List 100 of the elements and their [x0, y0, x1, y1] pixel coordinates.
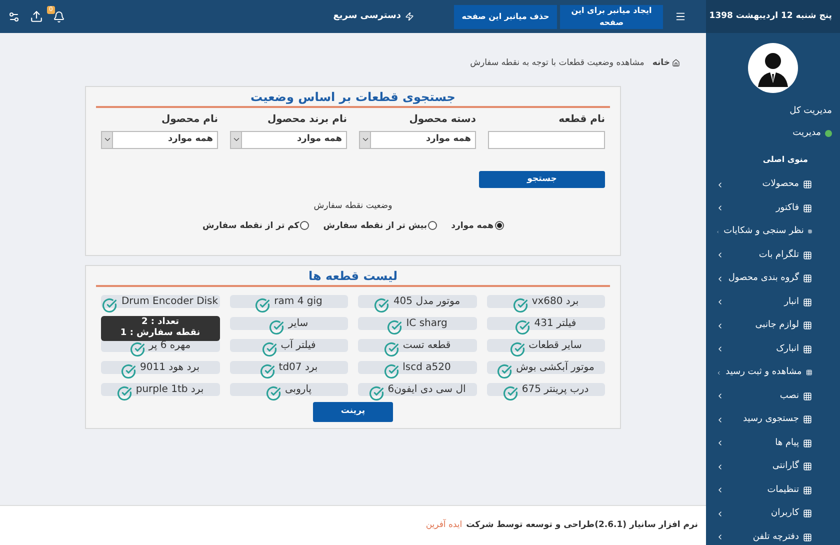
sidebar-item[interactable]: محصولات	[706, 173, 840, 196]
field-label: دسته محصول	[408, 112, 476, 127]
home-icon	[672, 59, 680, 68]
sidebar-item[interactable]: تنظیمات	[706, 478, 840, 502]
grid-icon	[808, 227, 812, 236]
sidebar-item[interactable]: کاربران	[706, 502, 840, 526]
sidebar-item[interactable]: جستجوی رسید	[706, 408, 840, 432]
chevron-left-icon	[716, 180, 724, 189]
field-label: نام محصول	[160, 112, 218, 127]
user-avatar-icon	[748, 43, 798, 93]
grid-icon	[803, 509, 812, 518]
sidebar-item[interactable]: گروه بندی محصول	[706, 267, 840, 290]
sidebar-item[interactable]: تلگرام بات	[706, 244, 840, 267]
chevron-left-icon	[716, 368, 722, 377]
check-icon	[515, 320, 530, 335]
check-icon	[368, 386, 384, 401]
radio-option[interactable]: کم تر از نقطه سفارش	[202, 220, 310, 232]
check-icon	[130, 342, 145, 357]
grid-icon	[803, 532, 812, 542]
check-icon	[269, 320, 284, 335]
grid-icon	[803, 344, 812, 354]
grid-icon	[803, 486, 812, 495]
menu-title: منوی اصلی	[762, 154, 809, 166]
shortcut-button[interactable]: حذف میانبر این صفحه	[454, 4, 557, 28]
field-label: نام قطعه	[558, 112, 605, 127]
sidebar-item[interactable]: پیام ها	[706, 432, 840, 455]
grid-icon	[803, 250, 812, 260]
check-icon	[510, 342, 525, 357]
sidebar-item[interactable]: فاکتور	[706, 196, 840, 220]
check-icon	[512, 298, 528, 313]
footer-text: نرم افزار سانیار (2.6.1)طراحی و توسعه توسط شرکت	[466, 519, 698, 532]
dropdown[interactable]: همه موارد	[101, 130, 218, 149]
radio-option[interactable]: همه موارد	[451, 220, 504, 232]
chevron-left-icon	[716, 204, 724, 212]
role-title: مدیریت کل	[788, 105, 833, 118]
check-icon	[384, 364, 399, 379]
menu-icon[interactable]	[675, 11, 686, 22]
check-icon	[255, 298, 270, 313]
dropdown[interactable]: همه موارد	[230, 130, 347, 149]
check-icon	[102, 298, 118, 313]
chevron-left-icon	[716, 345, 724, 354]
chevron-left-icon	[716, 510, 724, 518]
grid-icon	[803, 415, 812, 424]
chevron-left-icon	[716, 322, 724, 330]
check-icon	[260, 364, 275, 379]
radio-button[interactable]	[428, 221, 438, 230]
chevron-left-icon	[716, 486, 724, 494]
sidebar-item[interactable]: انبارک	[706, 338, 840, 361]
chevron-left-icon	[716, 298, 724, 306]
field-label: نام برند محصول	[266, 112, 347, 127]
shortcut-button[interactable]: ایجاد میانبر برای این صفحه	[560, 4, 663, 28]
grid-icon	[803, 298, 812, 307]
chevron-left-icon	[716, 462, 724, 471]
grid-icon	[806, 368, 812, 378]
grid-icon	[803, 321, 812, 330]
tooltip-text: تعداد : 2	[142, 317, 179, 328]
dropdown[interactable]: همه موارد	[359, 130, 476, 149]
grid-icon	[803, 462, 812, 472]
chevron-left-icon	[716, 439, 724, 448]
bell-icon[interactable]	[53, 10, 65, 22]
card-title: لیست قطعه ها	[96, 266, 610, 287]
check-icon	[262, 342, 277, 357]
settings-icon[interactable]	[8, 10, 20, 22]
print-button[interactable]: پرینت	[313, 402, 393, 422]
sidebar-item[interactable]: انبار	[706, 290, 840, 314]
grid-icon	[803, 392, 812, 401]
chevron-left-icon	[716, 416, 724, 424]
status-label: وضعیت نقطه سفارش	[314, 200, 392, 212]
card-title: جستجوی قطعات بر اساس وضعیت	[96, 86, 610, 108]
chevron-left-icon	[716, 274, 724, 283]
sidebar-item[interactable]: نظر سنجی و شکایات	[706, 220, 840, 244]
sidebar-item[interactable]: گارانتی	[706, 455, 840, 478]
sidebar-item[interactable]: مشاهده و ثبت رسید	[706, 361, 840, 384]
chevron-left-icon	[716, 392, 724, 400]
quick-access-link[interactable]: دسترسی سریع	[333, 10, 401, 24]
search-button[interactable]: جستجو	[479, 170, 605, 188]
sidebar-item[interactable]: دفترچه تلفن	[706, 526, 840, 545]
upload-icon[interactable]	[30, 10, 43, 23]
grid-icon	[803, 274, 812, 284]
sidebar-item[interactable]: نصب	[706, 384, 840, 408]
breadcrumb-home-link[interactable]: خانه	[652, 57, 680, 70]
radio-button[interactable]	[494, 221, 504, 230]
check-icon	[116, 386, 132, 401]
breadcrumb-current: مشاهده وضعیت قطعات با توجه به نقطه سفارش	[470, 57, 644, 70]
user-name: مدیریت	[792, 126, 821, 140]
check-icon	[502, 386, 518, 401]
lightning-icon	[405, 12, 414, 21]
radio-button[interactable]	[300, 221, 310, 230]
check-icon	[497, 364, 512, 379]
chevron-left-icon	[716, 251, 724, 260]
radio-option[interactable]: بیش تر از نقطه سفارش	[323, 220, 438, 232]
grid-icon	[803, 180, 812, 190]
grid-icon	[803, 438, 812, 448]
text-input[interactable]	[488, 130, 605, 149]
tooltip-text: نقطه سفارش : 1	[120, 328, 200, 340]
check-icon	[266, 386, 281, 401]
chevron-left-icon	[716, 533, 724, 542]
check-icon	[374, 298, 390, 313]
grid-icon	[803, 204, 812, 213]
sidebar-item[interactable]: لوازم جانبی	[706, 314, 840, 338]
